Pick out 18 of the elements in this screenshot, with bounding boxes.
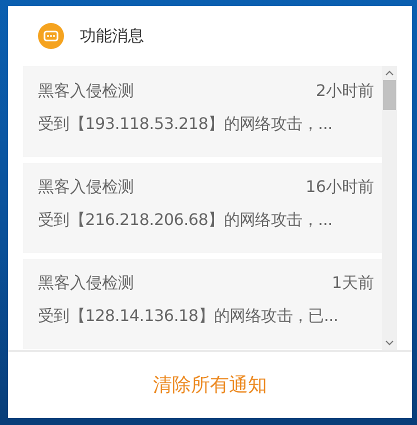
- notification-message: 受到【128.14.136.18】的网络攻击，已...: [38, 306, 340, 327]
- message-icon: [38, 23, 64, 49]
- notification-message: 受到【216.218.206.68】的网络攻击，...: [38, 210, 334, 231]
- notification-card[interactable]: 黑客入侵检测 2小时前 受到【193.118.53.218】的网络攻击，...: [23, 66, 382, 157]
- notification-title: 黑客入侵检测: [38, 177, 134, 198]
- scroll-down-icon[interactable]: [385, 340, 394, 346]
- notification-card[interactable]: 黑客入侵检测 1天前 受到【128.14.136.18】的网络攻击，已...: [23, 259, 382, 349]
- notification-card[interactable]: 黑客入侵检测 16小时前 受到【216.218.206.68】的网络攻击，...: [23, 163, 382, 253]
- notification-time: 2小时前: [316, 81, 374, 102]
- notification-time: 1天前: [332, 273, 374, 294]
- notification-time: 16小时前: [306, 177, 374, 198]
- scrollbar[interactable]: [382, 66, 397, 350]
- notification-message: 受到【193.118.53.218】的网络攻击，...: [38, 114, 334, 135]
- scrollbar-thumb[interactable]: [383, 80, 396, 110]
- notification-title: 黑客入侵检测: [38, 273, 134, 294]
- notification-title: 黑客入侵检测: [38, 81, 134, 102]
- panel-title: 功能消息: [80, 26, 144, 46]
- scroll-up-icon[interactable]: [385, 70, 394, 76]
